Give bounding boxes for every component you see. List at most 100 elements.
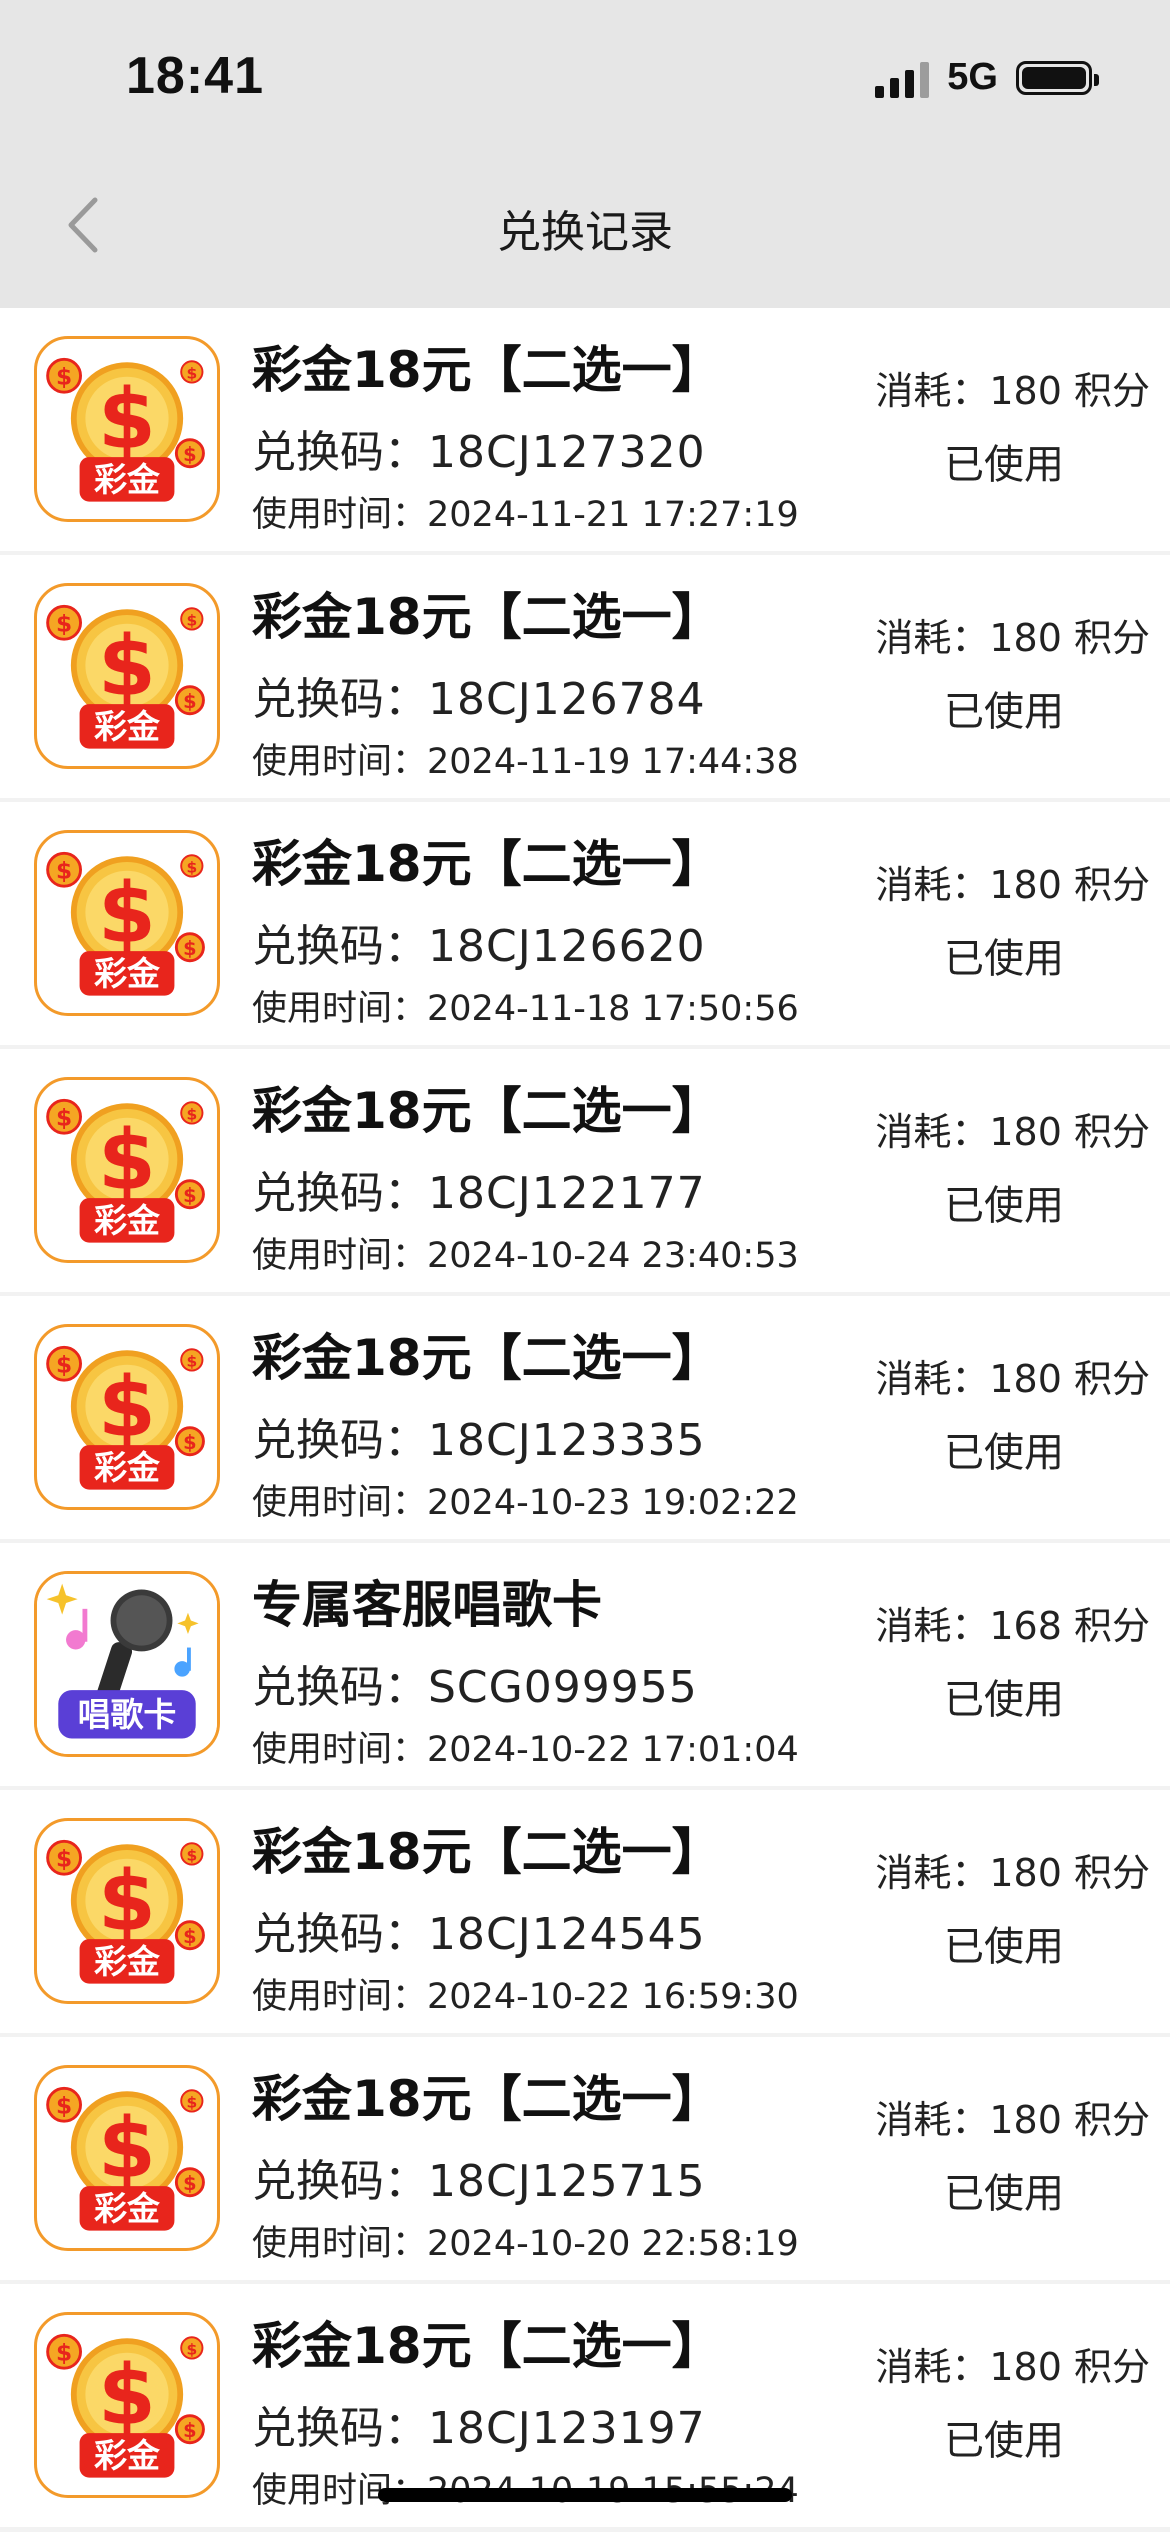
code-label: 兑换码： [252, 1415, 428, 1466]
time-label: 使用时间： [252, 2224, 428, 2264]
svg-text:唱歌卡: 唱歌卡 [78, 1695, 177, 1734]
time-value: 2024-10-20 22:58:19 [427, 2224, 799, 2264]
code-value: 18CJ122177 [428, 1168, 706, 1219]
time-value: 2024-11-21 17:27:19 [427, 495, 799, 535]
redeem-code: 兑换码：18CJ123197 [252, 2392, 706, 2456]
status-label: 已使用 [944, 2418, 1064, 2464]
cost-unit: 积分 [1073, 616, 1150, 660]
code-label: 兑换码： [252, 1168, 428, 1219]
code-value: SCG099955 [428, 1662, 698, 1713]
cost-unit: 积分 [1073, 1110, 1150, 1154]
record-list: $ $ $ $ 彩金 彩金18元【二选一】 兑换码： 18CJ127320 使用时… [0, 308, 1170, 2531]
redeem-code: 兑换码：18CJ122177 [252, 1157, 706, 1221]
points-cost: 消耗：180 积分 [875, 2089, 1150, 2144]
list-item[interactable]: $ $ $ $ 彩金 彩金18元【二选一】 兑换码：18CJ125715 使用时… [0, 2037, 1170, 2280]
use-time: 使用时间：2024-10-20 22:58:19 [252, 2215, 799, 2266]
caijin-coin-icon: $ $ $ $ 彩金 [34, 2312, 220, 2498]
record-title: 彩金18元【二选一】 [252, 341, 722, 399]
caijin-coin-icon: $ $ $ $ 彩金 [34, 336, 220, 522]
header-bar: 18:41 5G 兑换记录 [0, 0, 1170, 308]
code-value: 18CJ127320 [428, 427, 706, 478]
time-value: 2024-10-22 16:59:30 [427, 1977, 799, 2017]
time-label: 使用时间： [252, 1236, 428, 1276]
svg-text:$: $ [186, 612, 197, 630]
status-label: 已使用 [944, 1924, 1064, 1970]
cost-unit: 积分 [1073, 2098, 1150, 2142]
cost-value: 180 [989, 2098, 1062, 2142]
redeem-code: 兑换码：SCG099955 [252, 1651, 698, 1715]
caijin-coin-icon: $ $ $ $ 彩金 [34, 583, 220, 769]
svg-text:$: $ [56, 2339, 72, 2366]
points-cost: 消耗：180 积分 [875, 2336, 1150, 2391]
svg-text:$: $ [98, 370, 156, 467]
list-item[interactable]: $ $ $ $ 彩金 彩金18元【二选一】 兑换码：18CJ126784 使用时… [0, 555, 1170, 798]
list-item[interactable]: $ $ $ $ 彩金 彩金18元【二选一】 兑换码：18CJ126620 使用时… [0, 802, 1170, 1045]
cost-label: 消耗： [875, 616, 990, 660]
svg-text:$: $ [183, 1184, 196, 1207]
points-cost: 消耗：180 积分 [875, 607, 1150, 662]
svg-text:彩金: 彩金 [94, 2436, 161, 2475]
svg-text:$: $ [56, 610, 72, 637]
list-item[interactable]: $ $ $ $ 彩金 彩金18元【二选一】 兑换码：18CJ122177 使用时… [0, 1049, 1170, 1292]
caijin-coin-icon: $ $ $ $ 彩金 [34, 1324, 220, 1510]
record-title: 彩金18元【二选一】 [252, 2070, 722, 2128]
list-item[interactable]: $ $ $ $ 彩金 彩金18元【二选一】 兑换码：18CJ124545 使用时… [0, 1790, 1170, 2033]
use-time: 使用时间：2024-10-22 16:59:30 [252, 1968, 799, 2019]
points-cost: 消耗：180 积分 [875, 1842, 1150, 1897]
svg-text:彩金: 彩金 [94, 460, 161, 499]
time-value: 2024-10-24 23:40:53 [427, 1236, 799, 1276]
svg-text:$: $ [56, 363, 72, 390]
cost-unit: 积分 [1073, 369, 1150, 413]
list-item[interactable]: 唱歌卡 专属客服唱歌卡 兑换码：SCG099955 使用时间：2024-10-2… [0, 1543, 1170, 1786]
svg-text:$: $ [56, 857, 72, 884]
points-cost: 消耗：180 积分 [875, 360, 1150, 415]
svg-text:$: $ [183, 937, 196, 960]
time-label: 使用时间： [252, 1977, 428, 2017]
time-value: 2024-11-19 17:44:38 [427, 742, 799, 782]
svg-text:$: $ [186, 2094, 197, 2112]
cost-value: 180 [989, 863, 1062, 907]
caijin-coin-icon: $ $ $ $ 彩金 [34, 830, 220, 1016]
svg-text:$: $ [183, 2419, 196, 2442]
status-label: 已使用 [944, 2171, 1064, 2217]
cost-label: 消耗： [875, 2345, 990, 2389]
home-indicator[interactable] [378, 2488, 792, 2502]
code-label: 兑换码： [252, 1909, 428, 1960]
redeem-code: 兑换码：18CJ125715 [252, 2145, 706, 2209]
points-cost: 消耗：180 积分 [875, 854, 1150, 909]
svg-text:彩金: 彩金 [94, 1448, 161, 1487]
list-item[interactable]: $ $ $ $ 彩金 彩金18元【二选一】 兑换码：18CJ127320 使用时… [0, 308, 1170, 551]
time-value: 2024-11-18 17:50:56 [427, 989, 799, 1029]
svg-text:$: $ [98, 2099, 156, 2196]
page-title: 兑换记录 [497, 207, 673, 258]
cost-unit: 积分 [1073, 1357, 1150, 1401]
redeem-code: 兑换码：18CJ124545 [252, 1898, 706, 1962]
status-label: 已使用 [944, 442, 1064, 488]
status-indicators: 5G [875, 56, 1099, 99]
redeem-code: 兑换码：18CJ123335 [252, 1404, 706, 1468]
svg-text:$: $ [186, 1353, 197, 1371]
svg-text:$: $ [98, 1111, 156, 1208]
status-label: 已使用 [944, 1677, 1064, 1723]
time-value: 2024-10-22 17:01:04 [427, 1730, 799, 1770]
svg-text:$: $ [183, 443, 196, 466]
cost-unit: 积分 [1073, 863, 1150, 907]
use-time: 使用时间：2024-10-22 17:01:04 [252, 1721, 799, 1772]
svg-text:$: $ [98, 617, 156, 714]
cost-value: 180 [989, 1357, 1062, 1401]
code-label: 兑换码： [252, 1662, 428, 1713]
cost-label: 消耗： [875, 1604, 990, 1648]
cost-label: 消耗： [875, 1851, 990, 1895]
code-label: 兑换码： [252, 674, 428, 725]
points-cost: 消耗：180 积分 [875, 1101, 1150, 1156]
svg-text:$: $ [56, 1845, 72, 1872]
svg-text:彩金: 彩金 [94, 954, 161, 993]
time-value: 2024-10-23 19:02:22 [427, 1483, 799, 1523]
list-item[interactable]: $ $ $ $ 彩金 彩金18元【二选一】 兑换码：18CJ123335 使用时… [0, 1296, 1170, 1539]
code-value: 18CJ125715 [428, 2156, 706, 2207]
status-label: 已使用 [944, 689, 1064, 735]
record-title: 专属客服唱歌卡 [252, 1576, 602, 1634]
cost-label: 消耗： [875, 1357, 990, 1401]
code-value: 18CJ124545 [428, 1909, 706, 1960]
caijin-coin-icon: $ $ $ $ 彩金 [34, 1077, 220, 1263]
